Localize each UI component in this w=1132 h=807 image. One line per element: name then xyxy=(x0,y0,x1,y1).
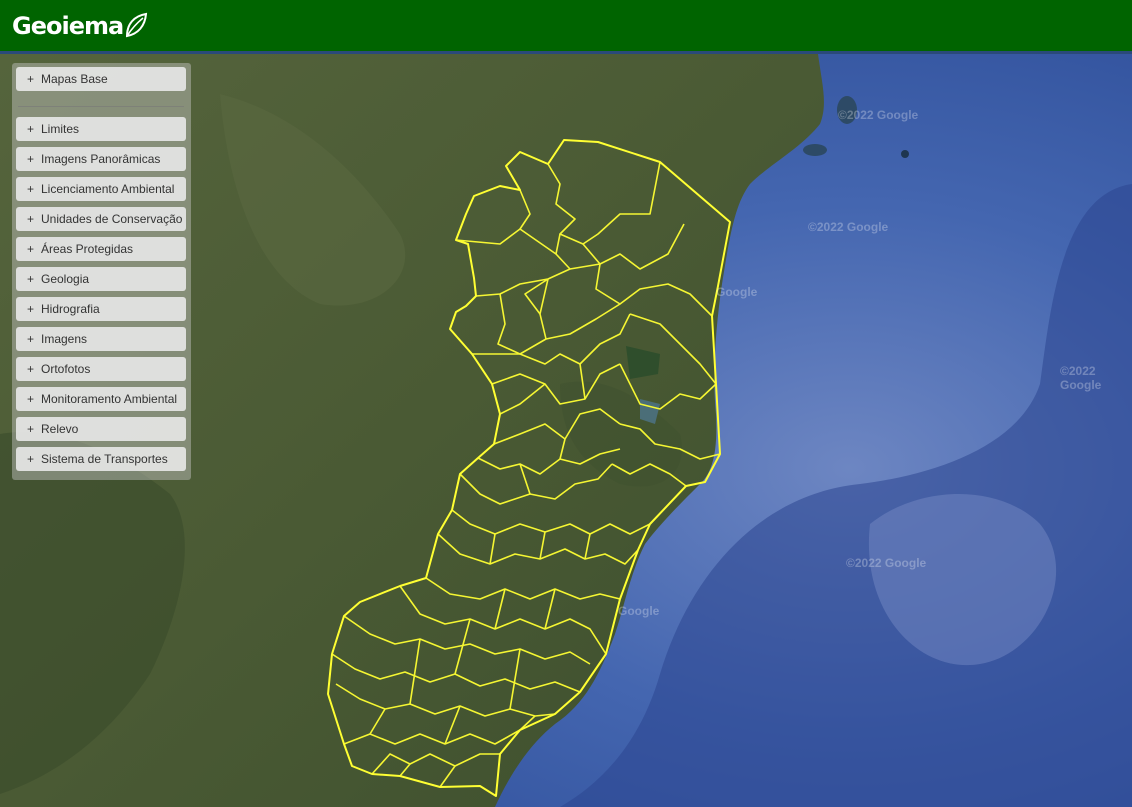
layer-label: Imagens xyxy=(41,332,88,346)
layer-toggle-monitoramento-ambiental[interactable]: + Monitoramento Ambiental xyxy=(16,387,186,411)
expand-icon: + xyxy=(27,272,35,286)
layer-toggle-relevo[interactable]: + Relevo xyxy=(16,417,186,441)
layer-toggle-licenciamento-ambiental[interactable]: + Licenciamento Ambiental xyxy=(16,177,186,201)
layer-toggle-ortofotos[interactable]: + Ortofotos xyxy=(16,357,186,381)
layer-label: Monitoramento Ambiental xyxy=(41,392,178,406)
island xyxy=(803,144,827,156)
layer-toggle-hidrografia[interactable]: + Hidrografia xyxy=(16,297,186,321)
map-watermark: Google xyxy=(716,285,758,299)
expand-icon: + xyxy=(27,212,35,226)
layer-label: Áreas Protegidas xyxy=(41,242,134,256)
map-watermark: ©2022 Google xyxy=(846,556,927,570)
layer-label: Hidrografia xyxy=(41,302,100,316)
top-bar: Geoiema xyxy=(0,0,1132,54)
layer-toggle-mapas-base[interactable]: + Mapas Base xyxy=(16,67,186,91)
layer-toggle-imagens-panoramicas[interactable]: + Imagens Panorâmicas xyxy=(16,147,186,171)
expand-icon: + xyxy=(27,332,35,346)
layer-toggle-unidades-de-conservacao[interactable]: + Unidades de Conservação xyxy=(16,207,186,231)
layer-label: Mapas Base xyxy=(41,72,108,86)
expand-icon: + xyxy=(27,392,35,406)
layers-panel: + Mapas Base + Limites + Imagens Panorâmica… xyxy=(12,63,191,480)
layer-toggle-areas-protegidas[interactable]: + Áreas Protegidas xyxy=(16,237,186,261)
layer-toggle-sistema-de-transportes[interactable]: + Sistema de Transportes xyxy=(16,447,186,471)
layer-label: Unidades de Conservação xyxy=(41,212,183,226)
map-watermark: ©2022 Google xyxy=(838,108,919,122)
expand-icon: + xyxy=(27,362,35,376)
panel-divider xyxy=(18,106,184,107)
layer-label: Ortofotos xyxy=(41,362,91,376)
expand-icon: + xyxy=(27,242,35,256)
expand-icon: + xyxy=(27,122,35,136)
layer-toggle-geologia[interactable]: + Geologia xyxy=(16,267,186,291)
expand-icon: + xyxy=(27,422,35,436)
map-watermark: ©2022 Google xyxy=(808,220,889,234)
layer-label: Relevo xyxy=(41,422,79,436)
map-watermark: Google xyxy=(618,604,660,618)
expand-icon: + xyxy=(27,72,35,86)
layer-toggle-limites[interactable]: + Limites xyxy=(16,117,186,141)
logo-text: Geoiema xyxy=(12,12,124,40)
layer-label: Geologia xyxy=(41,272,90,286)
expand-icon: + xyxy=(27,182,35,196)
layer-label: Limites xyxy=(41,122,80,136)
expand-icon: + xyxy=(27,452,35,466)
layer-label: Licenciamento Ambiental xyxy=(41,182,175,196)
island xyxy=(901,150,909,158)
layer-label: Sistema de Transportes xyxy=(41,452,168,466)
expand-icon: + xyxy=(27,302,35,316)
layer-label: Imagens Panorâmicas xyxy=(41,152,161,166)
map-watermark: ©2022 Google xyxy=(1060,364,1102,392)
layer-toggle-imagens[interactable]: + Imagens xyxy=(16,327,186,351)
expand-icon: + xyxy=(27,152,35,166)
app-logo[interactable]: Geoiema xyxy=(12,8,148,44)
leaf-icon xyxy=(126,12,148,38)
